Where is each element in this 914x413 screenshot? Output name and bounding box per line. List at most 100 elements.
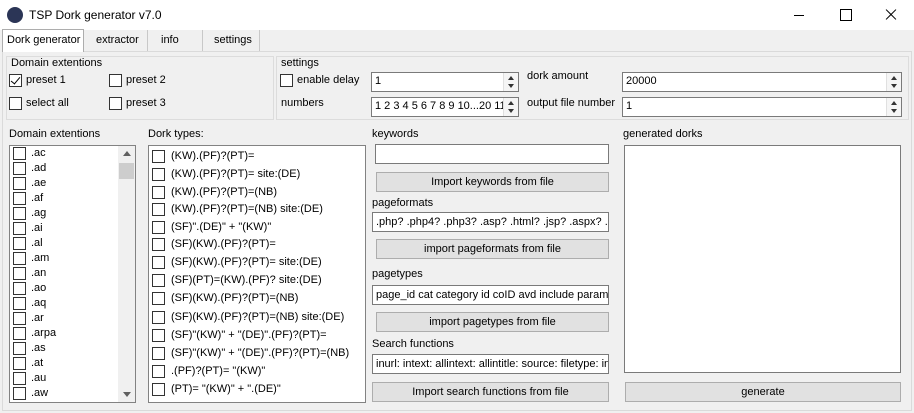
import-pageformats-button[interactable]: import pageformats from file — [376, 239, 609, 259]
search-functions-input[interactable]: inurl: intext: allintext: allintitle: so… — [372, 354, 609, 374]
dork-type-checkbox[interactable] — [152, 292, 165, 305]
domain-list-item[interactable]: .aq — [13, 297, 46, 312]
dork-amount-spinner-arrows[interactable] — [886, 73, 901, 91]
search-functions-label: Search functions — [372, 338, 454, 350]
domain-label: .ag — [31, 207, 47, 219]
dork-type-checkbox[interactable] — [152, 150, 165, 163]
dork-type-checkbox[interactable] — [152, 347, 165, 360]
domain-list-item[interactable]: .arpa — [13, 327, 56, 342]
domain-list-item[interactable]: .am — [13, 252, 49, 267]
domain-list-item[interactable]: .ar — [13, 312, 44, 327]
dork-type-checkbox[interactable] — [152, 365, 165, 378]
domain-list-item[interactable]: .ao — [13, 282, 46, 297]
dork-type-checkbox[interactable] — [152, 256, 165, 269]
dork-type-checkbox[interactable] — [152, 168, 165, 181]
domain-list-item[interactable]: .as — [13, 342, 46, 357]
dork-type-checkbox[interactable] — [152, 274, 165, 287]
domain-checkbox[interactable] — [13, 357, 26, 370]
domain-checkbox[interactable] — [13, 177, 26, 190]
scroll-up-icon[interactable] — [123, 151, 131, 156]
dork-type-checkbox[interactable] — [152, 383, 165, 396]
dork-type-label: (SF)"(KW)" + "(DE)".(PF)?(PT)= — [171, 329, 327, 341]
dork-type-checkbox[interactable] — [152, 221, 165, 234]
import-search-functions-button[interactable]: Import search functions from file — [372, 382, 609, 402]
domain-checkbox[interactable] — [13, 207, 26, 220]
preset-1-checkbox[interactable] — [9, 74, 22, 87]
domain-checkbox[interactable] — [13, 297, 26, 310]
domain-label: .ar — [31, 312, 44, 324]
pageformats-input[interactable]: .php? .php4? .php3? .asp? .html? .jsp? .… — [372, 212, 609, 232]
domain-list-item[interactable]: .ae — [13, 177, 46, 192]
domain-list-scrollbar[interactable] — [118, 146, 135, 402]
domain-checkbox[interactable] — [13, 387, 26, 400]
generated-dorks-textarea[interactable] — [624, 145, 901, 373]
domain-checkbox[interactable] — [13, 312, 26, 325]
preset-3-checkbox[interactable] — [109, 97, 122, 110]
maximize-button[interactable] — [822, 0, 868, 30]
tab-dork-generator[interactable]: Dork generator — [2, 29, 84, 52]
domain-list-item[interactable]: .at — [13, 357, 43, 372]
close-button[interactable] — [868, 0, 914, 30]
dork-type-checkbox[interactable] — [152, 186, 165, 199]
domain-checkbox[interactable] — [13, 192, 26, 205]
dork-amount-spinner[interactable]: 20000 — [622, 72, 902, 92]
tab-info[interactable]: info — [157, 30, 203, 51]
dork-types-list[interactable]: (KW).(PF)?(PT)= (KW).(PF)?(PT)= site:(DE)… — [148, 145, 366, 403]
delay-spinner-arrows[interactable] — [503, 73, 518, 91]
output-file-number-spinner-arrows[interactable] — [886, 98, 901, 116]
domain-list-item[interactable]: .ai — [13, 222, 43, 237]
scroll-thumb[interactable] — [119, 163, 134, 179]
output-file-number-spinner[interactable]: 1 — [622, 97, 902, 117]
domain-checkbox[interactable] — [13, 147, 26, 160]
numbers-dropdown[interactable]: 1 2 3 4 5 6 7 8 9 10...20 11... — [371, 97, 519, 117]
dork-type-label: (KW).(PF)?(PT)=(NB) site:(DE) — [171, 203, 323, 215]
minimize-button[interactable] — [776, 0, 822, 30]
numbers-spinner-arrows[interactable] — [503, 98, 518, 116]
dork-type-checkbox[interactable] — [152, 311, 165, 324]
enable-delay-checkbox[interactable] — [280, 74, 293, 87]
domain-list[interactable]: .ac .ad .ae .af .ag .ai .al .am .an .ao .aq .ar .arp… — [9, 145, 136, 403]
dork-type-checkbox[interactable] — [152, 203, 165, 216]
generate-button[interactable]: generate — [625, 382, 901, 402]
domain-label: .ad — [31, 162, 47, 174]
domain-extentions-group-title: Domain extentions — [11, 57, 103, 69]
tab-settings[interactable]: settings — [210, 30, 260, 51]
domain-checkbox[interactable] — [13, 342, 26, 355]
domain-checkbox[interactable] — [13, 222, 26, 235]
domain-list-item[interactable]: .ag — [13, 207, 46, 222]
domain-list-item[interactable]: .ac — [13, 147, 46, 162]
keywords-input[interactable] — [375, 144, 609, 164]
scroll-down-icon[interactable] — [123, 392, 131, 397]
generated-dorks-label: generated dorks — [623, 128, 703, 140]
select-all-checkbox[interactable] — [9, 97, 22, 110]
domain-list-item[interactable]: .af — [13, 192, 43, 207]
domain-checkbox[interactable] — [13, 372, 26, 385]
pagetypes-input[interactable]: page_id cat category id coID avd include… — [372, 285, 609, 305]
dork-types-title: Dork types: — [148, 128, 204, 140]
window-title: TSP Dork generator v7.0 — [29, 8, 162, 22]
tab-extractor[interactable]: extractor — [92, 30, 148, 51]
preset-2-checkbox[interactable] — [109, 74, 122, 87]
preset-2-label: preset 2 — [126, 74, 166, 86]
domain-list-item[interactable]: .aw — [13, 387, 48, 402]
domain-checkbox[interactable] — [13, 282, 26, 295]
dork-type-checkbox[interactable] — [152, 329, 165, 342]
settings-group-title: settings — [281, 57, 319, 69]
domain-checkbox[interactable] — [13, 327, 26, 340]
domain-list-item[interactable]: .al — [13, 237, 43, 252]
dork-type-label: (SF)(KW).(PF)?(PT)=(NB) — [171, 292, 299, 304]
import-keywords-button[interactable]: Import keywords from file — [376, 172, 609, 192]
domain-list-item[interactable]: .au — [13, 372, 46, 387]
dork-type-checkbox[interactable] — [152, 238, 165, 251]
domain-list-item[interactable]: .ad — [13, 162, 46, 177]
domain-list-item[interactable]: .an — [13, 267, 46, 282]
domain-checkbox[interactable] — [13, 237, 26, 250]
delay-spinner[interactable]: 1 — [371, 72, 519, 92]
domain-checkbox[interactable] — [13, 252, 26, 265]
import-pagetypes-button[interactable]: import pagetypes from file — [376, 312, 609, 332]
domain-checkbox[interactable] — [13, 267, 26, 280]
domain-label: .an — [31, 267, 47, 279]
pagetypes-label: pagetypes — [372, 268, 423, 280]
domain-checkbox[interactable] — [13, 162, 26, 175]
domain-label: .ac — [31, 147, 46, 159]
